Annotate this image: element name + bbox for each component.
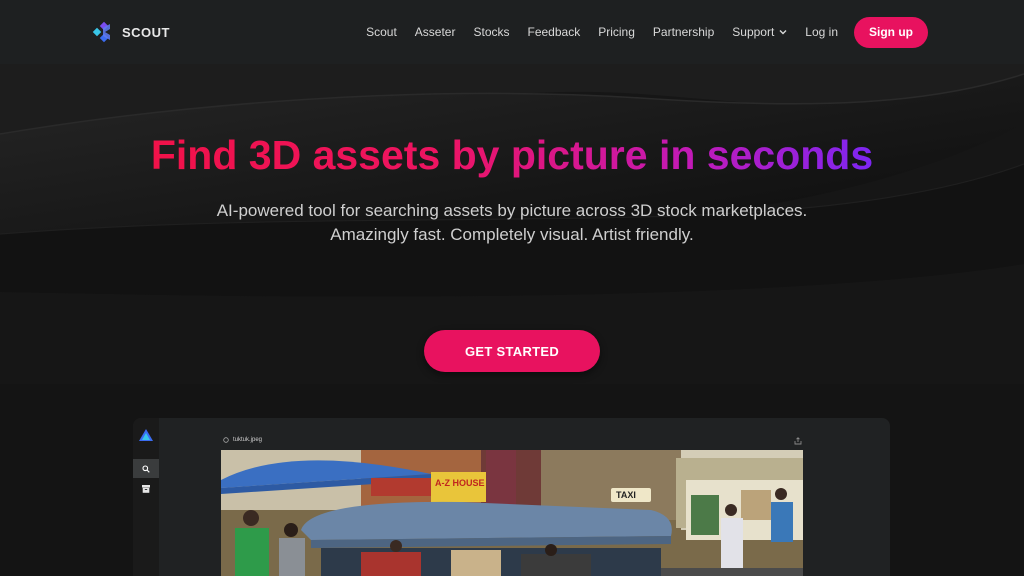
nav-dropdown-support[interactable]: Support <box>732 25 787 39</box>
nav-support-label: Support <box>732 25 775 39</box>
taxi-sign-text: TAXI <box>616 490 636 500</box>
signup-button[interactable]: Sign up <box>854 16 928 48</box>
hero-subtitle-line1: AI-powered tool for searching assets by … <box>216 201 808 220</box>
login-link[interactable]: Log in <box>805 25 838 39</box>
nav-link-asseter[interactable]: Asseter <box>415 25 456 39</box>
nav-link-scout[interactable]: Scout <box>366 25 397 39</box>
preview-search-button[interactable] <box>133 459 159 478</box>
main-menu: Scout Asseter Stocks Feedback Pricing Pa… <box>366 16 928 48</box>
image-file-icon <box>223 437 229 443</box>
share-icon[interactable] <box>794 437 802 445</box>
get-started-button[interactable]: GET STARTED <box>424 330 600 372</box>
nav-link-partnership[interactable]: Partnership <box>653 25 714 39</box>
street-scene-image: A-Z HOUSE TAXI <box>221 450 803 576</box>
nav-link-stocks[interactable]: Stocks <box>473 25 509 39</box>
app-logo-icon <box>139 429 153 441</box>
nav-link-feedback[interactable]: Feedback <box>528 25 581 39</box>
tuktuk-photo: A-Z HOUSE TAXI <box>221 450 803 576</box>
scout-logo-icon <box>92 21 110 43</box>
preview-sidebar <box>133 418 159 576</box>
preview-file-name: tuktuk.jpeg <box>233 437 263 443</box>
hero-headline: Find 3D assets by picture in seconds <box>150 132 874 178</box>
hero-headline-wrap: Find 3D assets by picture in seconds <box>0 132 1024 179</box>
chevron-down-icon <box>779 30 787 35</box>
brand-name: SCOUT <box>122 24 170 40</box>
app-preview: tuktuk.jpeg A-Z HOUSE TAXI <box>133 418 890 576</box>
search-icon <box>142 464 150 473</box>
archive-icon[interactable] <box>141 484 151 494</box>
top-nav: SCOUT Scout Asseter Stocks Feedback Pric… <box>0 0 1024 64</box>
sign-text: A-Z HOUSE <box>435 478 485 488</box>
brand-logo[interactable]: SCOUT <box>92 20 170 44</box>
preview-file-label: tuktuk.jpeg <box>223 437 262 443</box>
nav-link-pricing[interactable]: Pricing <box>598 25 635 39</box>
hero-subtitle-line2: Amazingly fast. Completely visual. Artis… <box>330 225 694 244</box>
